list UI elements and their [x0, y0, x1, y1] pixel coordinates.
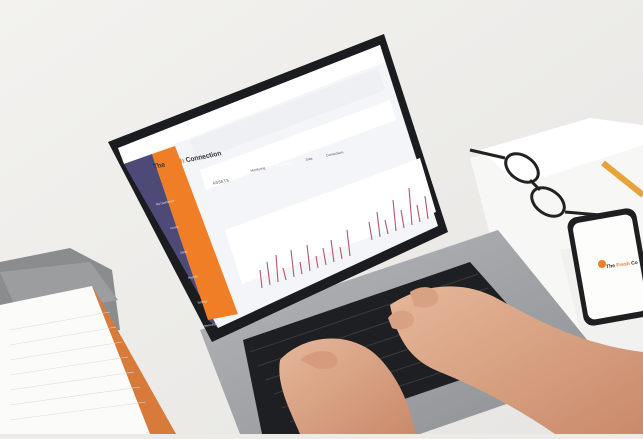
sidebar-item-dashboard[interactable]: My Dashboard — [153, 198, 176, 206]
sidebar-item-resources[interactable]: Resources — [199, 321, 222, 329]
tab-monitoring-active[interactable]: Monitoring — [271, 160, 296, 169]
tab-connections[interactable]: Connections — [322, 150, 347, 159]
sidebar-item-alerts[interactable]: Alerts — [172, 248, 195, 256]
sidebar-item-assets[interactable]: Assets — [163, 223, 186, 231]
sidebar-item-reports[interactable]: Reports — [181, 273, 204, 281]
page-title: ASSETS — [211, 177, 230, 186]
sidebar-item-settings[interactable]: Settings — [191, 298, 214, 306]
tab-data[interactable]: Data — [297, 155, 322, 164]
photo-scene: The Fresh Connection ASSETS Monitoring M… — [0, 0, 643, 434]
tab-monitoring[interactable]: Monitoring — [245, 165, 270, 174]
